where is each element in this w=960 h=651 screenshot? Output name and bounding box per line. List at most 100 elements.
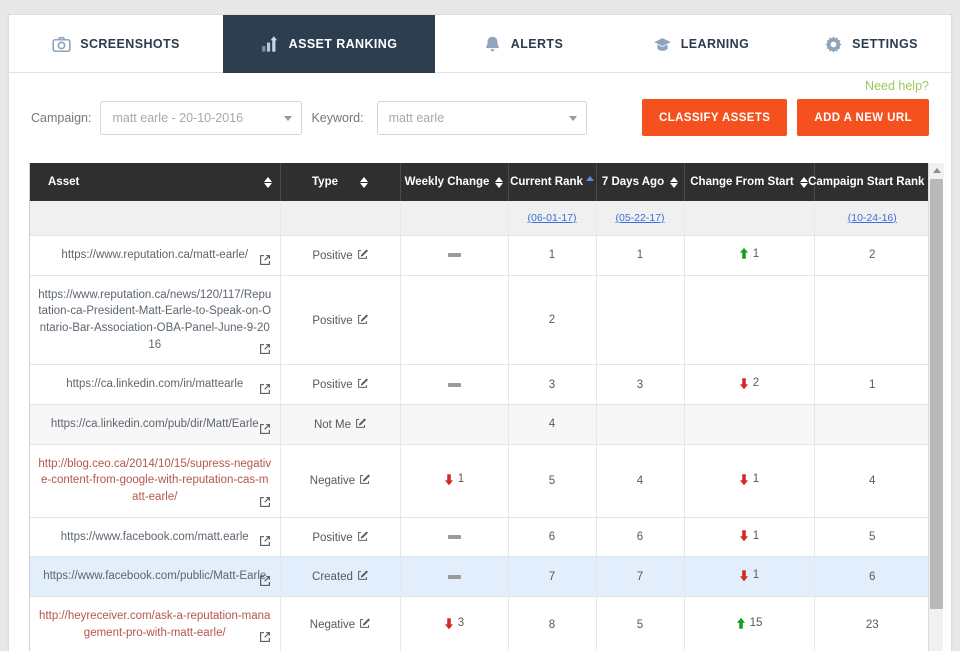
cell-asset[interactable]: https://ca.linkedin.com/pub/dir/Matt/Ear… bbox=[30, 404, 281, 445]
cell-type[interactable]: Created bbox=[280, 556, 401, 598]
table-row[interactable]: http://heyreceiver.com/ask-a-reputation-… bbox=[30, 596, 930, 651]
bell-icon bbox=[483, 35, 502, 54]
column-header-change-from-start[interactable]: Change From Start bbox=[684, 163, 815, 201]
cell-seven-days-ago bbox=[596, 404, 685, 445]
cell-weekly-change bbox=[400, 556, 509, 598]
open-external-link-icon[interactable] bbox=[259, 575, 271, 587]
type-label: Negative bbox=[309, 619, 356, 632]
column-header-type[interactable]: Type bbox=[280, 163, 401, 201]
asset-ranking-table: Asset Type Weekly Change Current Rank 7 … bbox=[30, 163, 937, 651]
asset-url[interactable]: https://www.facebook.com/public/Matt-Ear… bbox=[43, 570, 266, 582]
table-row[interactable]: https://ca.linkedin.com/in/mattearle Posi… bbox=[30, 364, 930, 406]
asset-url[interactable]: https://www.facebook.com/matt.earle bbox=[61, 531, 249, 543]
table-row[interactable]: https://www.reputation.ca/news/120/117/R… bbox=[30, 275, 930, 366]
edit-type-icon[interactable] bbox=[355, 418, 366, 429]
main-card: SCREENSHOTS ASSET RANKING ALERTS LEARNIN… bbox=[8, 14, 952, 651]
cell-weekly-change bbox=[400, 517, 509, 558]
open-external-link-icon[interactable] bbox=[259, 496, 271, 508]
edit-type-icon[interactable] bbox=[357, 570, 368, 581]
asset-url[interactable]: https://ca.linkedin.com/pub/dir/Matt/Ear… bbox=[51, 418, 259, 430]
date-links-row: (06-01-17) (05-22-17) (10-24-16) bbox=[30, 201, 930, 236]
edit-type-icon[interactable] bbox=[357, 378, 368, 389]
cell-campaign-start-rank bbox=[814, 275, 930, 366]
sort-icon-change-from-start[interactable] bbox=[799, 176, 808, 188]
campaign-select-value: matt earle - 20-10-2016 bbox=[112, 111, 244, 125]
add-new-url-button[interactable]: ADD A NEW URL bbox=[797, 99, 929, 136]
cell-asset[interactable]: http://heyreceiver.com/ask-a-reputation-… bbox=[30, 596, 281, 651]
edit-type-icon[interactable] bbox=[359, 474, 371, 485]
sort-icon-type[interactable] bbox=[360, 176, 368, 188]
sort-icon-current-rank[interactable] bbox=[585, 176, 594, 181]
table-vertical-scrollbar[interactable] bbox=[928, 163, 944, 651]
cell-asset[interactable]: https://www.facebook.com/public/Matt-Ear… bbox=[30, 556, 281, 598]
change-indicator: 1 bbox=[739, 247, 759, 260]
cell-current-rank: 4 bbox=[508, 404, 597, 445]
open-external-link-icon[interactable] bbox=[259, 631, 271, 643]
open-external-link-icon[interactable] bbox=[259, 535, 271, 547]
cell-type[interactable]: Positive bbox=[280, 275, 401, 366]
open-external-link-icon[interactable] bbox=[259, 254, 271, 266]
no-change-dash-icon bbox=[447, 253, 461, 258]
cell-type[interactable]: Positive bbox=[280, 235, 401, 276]
edit-type-icon[interactable] bbox=[357, 249, 368, 260]
arrow-down-icon bbox=[739, 529, 749, 542]
cell-type[interactable]: Not Me bbox=[280, 404, 401, 445]
keyword-select[interactable]: matt earle bbox=[376, 101, 587, 135]
tab-alerts[interactable]: ALERTS bbox=[435, 15, 611, 73]
date-link-current-rank[interactable]: (06-01-17) bbox=[527, 212, 576, 224]
open-external-link-icon[interactable] bbox=[259, 423, 271, 435]
cell-change-from-start: 1 bbox=[684, 517, 815, 558]
sort-icon-asset[interactable] bbox=[263, 176, 272, 188]
sort-icon-seven-days-ago[interactable] bbox=[670, 176, 679, 188]
asset-url[interactable]: https://www.reputation.ca/matt-earle/ bbox=[61, 249, 248, 261]
tab-settings[interactable]: SETTINGS bbox=[791, 15, 951, 73]
date-link-seven-days-ago[interactable]: (05-22-17) bbox=[615, 212, 664, 224]
cell-type[interactable]: Negative bbox=[280, 596, 401, 651]
tab-asset-ranking[interactable]: ASSET RANKING bbox=[223, 15, 435, 73]
tab-learning[interactable]: LEARNING bbox=[611, 15, 791, 73]
cell-type[interactable]: Positive bbox=[280, 364, 401, 406]
table-row[interactable]: https://www.facebook.com/matt.earle Posit… bbox=[30, 517, 930, 558]
date-link-campaign-start-rank[interactable]: (10-24-16) bbox=[848, 212, 897, 224]
cell-asset[interactable]: https://www.reputation.ca/news/120/117/R… bbox=[30, 275, 281, 366]
asset-url[interactable]: https://ca.linkedin.com/in/mattearle bbox=[66, 378, 243, 390]
scroll-up-arrow-icon[interactable] bbox=[929, 163, 944, 178]
cell-campaign-start-rank: 5 bbox=[814, 517, 930, 558]
gear-icon bbox=[824, 35, 843, 54]
column-header-weekly-change[interactable]: Weekly Change bbox=[400, 163, 509, 201]
need-help-link[interactable]: Need help? bbox=[865, 79, 929, 93]
cell-type[interactable]: Positive bbox=[280, 517, 401, 558]
column-header-type-label: Type bbox=[312, 176, 338, 188]
open-external-link-icon[interactable] bbox=[259, 343, 271, 355]
arrow-up-icon bbox=[736, 617, 746, 630]
table-row[interactable]: https://ca.linkedin.com/pub/dir/Matt/Ear… bbox=[30, 404, 930, 445]
cell-campaign-start-rank bbox=[814, 404, 930, 445]
cell-asset[interactable]: http://blog.ceo.ca/2014/10/15/supress-ne… bbox=[30, 444, 281, 518]
scrollbar-thumb[interactable] bbox=[930, 179, 943, 609]
column-header-asset[interactable]: Asset bbox=[30, 163, 281, 201]
edit-type-icon[interactable] bbox=[357, 531, 368, 542]
cell-type[interactable]: Negative bbox=[280, 444, 401, 518]
edit-type-icon[interactable] bbox=[359, 618, 371, 629]
campaign-select[interactable]: matt earle - 20-10-2016 bbox=[100, 101, 303, 135]
edit-type-icon[interactable] bbox=[357, 313, 368, 325]
column-header-current-rank[interactable]: Current Rank bbox=[508, 163, 597, 201]
open-external-link-icon[interactable] bbox=[259, 383, 271, 395]
classify-assets-button[interactable]: CLASSIFY ASSETS bbox=[641, 99, 788, 136]
table-row[interactable]: http://blog.ceo.ca/2014/10/15/supress-ne… bbox=[30, 444, 930, 518]
cell-weekly-change: 1 bbox=[400, 444, 509, 518]
tab-screenshots[interactable]: SCREENSHOTS bbox=[9, 15, 223, 73]
asset-url[interactable]: http://blog.ceo.ca/2014/10/15/supress-ne… bbox=[38, 458, 271, 503]
column-header-campaign-start-rank[interactable]: Campaign Start Rank bbox=[808, 163, 937, 201]
sort-icon-weekly-change[interactable] bbox=[495, 176, 504, 188]
asset-url[interactable]: http://heyreceiver.com/ask-a-reputation-… bbox=[39, 610, 270, 639]
cell-asset[interactable]: https://ca.linkedin.com/in/mattearle bbox=[30, 364, 281, 406]
asset-url[interactable]: https://www.reputation.ca/news/120/117/R… bbox=[38, 289, 271, 351]
cell-asset[interactable]: https://www.reputation.ca/matt-earle/ bbox=[30, 235, 281, 276]
cell-asset[interactable]: https://www.facebook.com/matt.earle bbox=[30, 517, 281, 558]
table-row[interactable]: https://www.reputation.ca/matt-earle/Pos… bbox=[30, 235, 930, 276]
column-header-seven-days-ago[interactable]: 7 Days Ago bbox=[596, 163, 685, 201]
type-label: Positive bbox=[312, 314, 353, 327]
cell-seven-days-ago: 7 bbox=[596, 556, 685, 598]
table-row[interactable]: https://www.facebook.com/public/Matt-Ear… bbox=[30, 556, 930, 598]
